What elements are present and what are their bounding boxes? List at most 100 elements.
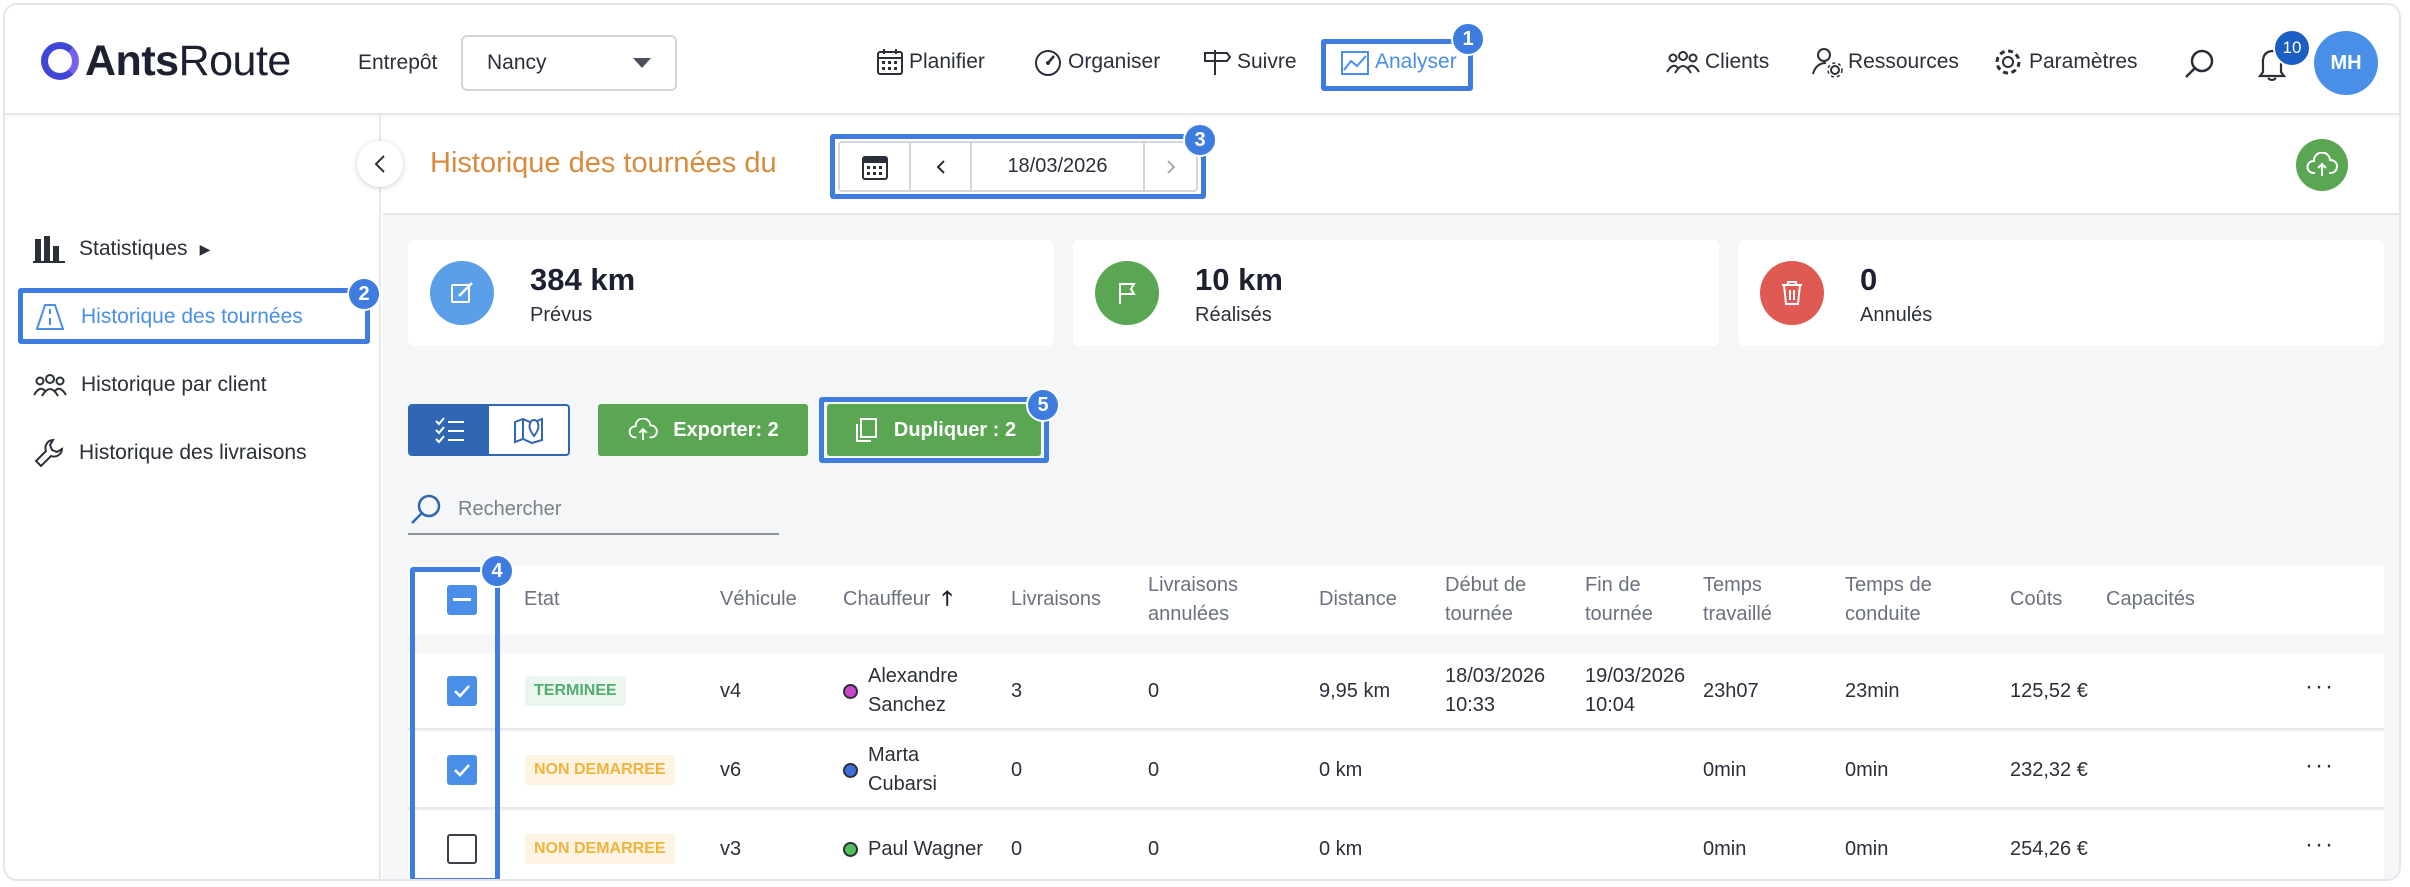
col-livraisons-annulees-l2: annulées (1148, 603, 1230, 625)
row-actions-menu[interactable]: ··· (2305, 752, 2335, 780)
entrepot-select[interactable]: Nancy (461, 35, 677, 91)
cell-fin: 19/03/2026 10:04 (1585, 662, 1685, 720)
trash-icon (1782, 281, 1802, 305)
col-debut[interactable]: Début de tournée (1445, 571, 1526, 629)
search-field (408, 485, 779, 535)
view-toggle (408, 404, 570, 456)
annotation-badge-3: 3 (1183, 123, 1217, 157)
sidebar-item-statistiques-label: Statistiques (79, 237, 188, 260)
sidebar-item-historique-client[interactable]: Historique par client (33, 365, 267, 405)
row-actions-menu[interactable]: ··· (2305, 831, 2335, 859)
list-view-button[interactable] (410, 406, 489, 454)
cell-couts: 232,32 € (2010, 759, 2088, 781)
highlight-checkbox-column (410, 567, 500, 879)
fin-time: 10:04 (1585, 694, 1636, 716)
people-icon (1666, 51, 1700, 74)
col-chauffeur-label: Chauffeur (843, 588, 931, 610)
nav-ressources-label: Ressources (1848, 50, 1959, 73)
status-badge: TERMINEE (525, 676, 626, 706)
nav-planifier[interactable]: Planifier (875, 45, 985, 79)
col-livraisons-annulees-l1: Livraisons (1148, 574, 1239, 596)
col-etat[interactable]: Etat (524, 585, 560, 614)
col-temps-conduite-l2: conduite (1845, 603, 1921, 625)
col-capacites[interactable]: Capacités (2106, 585, 2195, 614)
map-view-button[interactable] (489, 406, 568, 454)
col-livraisons[interactable]: Livraisons (1011, 585, 1101, 614)
annotation-badge-1: 1 (1451, 22, 1485, 56)
export-button[interactable]: Exporter: 2 (598, 404, 808, 456)
collapse-sidebar-button[interactable] (357, 141, 403, 187)
cell-temps-conduite: 23min (1845, 680, 1900, 702)
cell-chauffeur[interactable]: Marta Cubarsi (868, 741, 937, 799)
nav-clients[interactable]: Clients (1665, 45, 1769, 79)
driver-color-dot (843, 684, 858, 699)
col-chauffeur[interactable]: Chauffeur 🡑 (843, 585, 952, 614)
sidebar-item-historique-livraisons-label: Historique des livraisons (79, 441, 307, 464)
col-debut-l2: tournée (1445, 603, 1513, 625)
chevron-left-icon (374, 155, 385, 173)
cell-chauffeur[interactable]: Alexandre Sanchez (868, 662, 958, 720)
table-row[interactable]: NON DEMARREE v3 Paul Wagner 0 0 0 km 0mi… (408, 811, 2384, 879)
stat-label-realises: Réalisés (1195, 304, 1272, 326)
highlight-duplicate (819, 397, 1049, 463)
stat-value-realises: 10 km (1195, 262, 1283, 297)
table-row[interactable]: TERMINEE v4 Alexandre Sanchez 3 0 9,95 km… (408, 653, 2384, 730)
col-temps-conduite[interactable]: Temps de conduite (1845, 571, 1932, 629)
gauge-icon (1035, 50, 1061, 76)
col-debut-l1: Début de (1445, 574, 1527, 596)
wrench-icon (34, 438, 64, 468)
driver-last-name: Cubarsi (868, 773, 937, 795)
app-window: AntsRoute Entrepôt Nancy Planifier Organ… (3, 3, 2401, 881)
highlight-analyser (1321, 39, 1473, 91)
avatar[interactable]: MH (2314, 31, 2378, 95)
nav-planifier-label: Planifier (909, 50, 985, 73)
stat-icon-annules (1760, 261, 1824, 325)
stat-icon-prevus (430, 261, 494, 325)
cell-couts: 254,26 € (2010, 838, 2088, 860)
sidebar-item-statistiques[interactable]: Statistiques ▶ (33, 229, 210, 269)
cell-chauffeur[interactable]: Paul Wagner (868, 835, 983, 864)
col-livraisons-annulees[interactable]: Livraisons annulées (1148, 571, 1238, 629)
sidebar-item-historique-livraisons[interactable]: Historique des livraisons (33, 433, 307, 473)
search-icon[interactable] (2183, 47, 2217, 81)
sort-ascending-icon: 🡑 (942, 588, 953, 610)
stat-value-annules: 0 (1860, 262, 1878, 297)
col-temps-travaille-l1: Temps (1703, 574, 1762, 596)
row-actions-menu[interactable]: ··· (2305, 673, 2335, 701)
cell-temps-travaille: 0min (1703, 759, 1747, 781)
col-temps-travaille[interactable]: Temps travaillé (1703, 571, 1772, 629)
nav-suivre[interactable]: Suivre (1201, 45, 1297, 79)
stat-card-realises: 10 km Réalisés (1073, 240, 1719, 346)
table-row[interactable]: NON DEMARREE v6 Marta Cubarsi 0 0 0 km 0m… (408, 732, 2384, 809)
cell-livraisons-annulees: 0 (1148, 838, 1160, 860)
debut-date: 18/03/2026 (1445, 665, 1546, 687)
cell-vehicule: v4 (720, 680, 742, 702)
antsroute-logo[interactable]: AntsRoute (41, 37, 291, 85)
cell-debut: 18/03/2026 10:33 (1445, 662, 1545, 720)
nav-ressources[interactable]: Ressources (1810, 45, 1959, 79)
status-badge: NON DEMARREE (525, 834, 675, 864)
chevron-down-icon (633, 58, 651, 68)
cell-livraisons-annulees: 0 (1148, 680, 1160, 702)
top-bar: AntsRoute Entrepôt Nancy Planifier Organ… (5, 5, 2399, 115)
nav-organiser[interactable]: Organiser (1032, 45, 1160, 79)
driver-first-name: Marta (868, 744, 920, 766)
annotation-badge-5: 5 (1026, 388, 1060, 422)
col-vehicule[interactable]: Véhicule (720, 585, 797, 614)
stat-label-prevus: Prévus (530, 304, 593, 326)
col-couts[interactable]: Coûts (2010, 585, 2062, 614)
col-fin-l1: Fin de (1585, 574, 1641, 596)
stat-value-prevus: 384 km (530, 262, 636, 297)
col-distance[interactable]: Distance (1319, 585, 1397, 614)
annotation-badge-2: 2 (347, 277, 381, 311)
stat-card-annules: 0 Annulés (1738, 240, 2384, 346)
nav-parametres[interactable]: Paramètres (1991, 45, 2138, 79)
cell-vehicule: v3 (720, 838, 742, 860)
highlight-historique-tournees (18, 288, 370, 344)
fin-date: 19/03/2026 (1585, 665, 1686, 687)
col-fin[interactable]: Fin de tournée (1585, 571, 1653, 629)
upload-cloud-button[interactable] (2296, 139, 2348, 191)
page-title: Historique des tournées du (430, 147, 777, 179)
cell-distance: 0 km (1319, 838, 1363, 860)
search-input[interactable] (458, 497, 758, 521)
